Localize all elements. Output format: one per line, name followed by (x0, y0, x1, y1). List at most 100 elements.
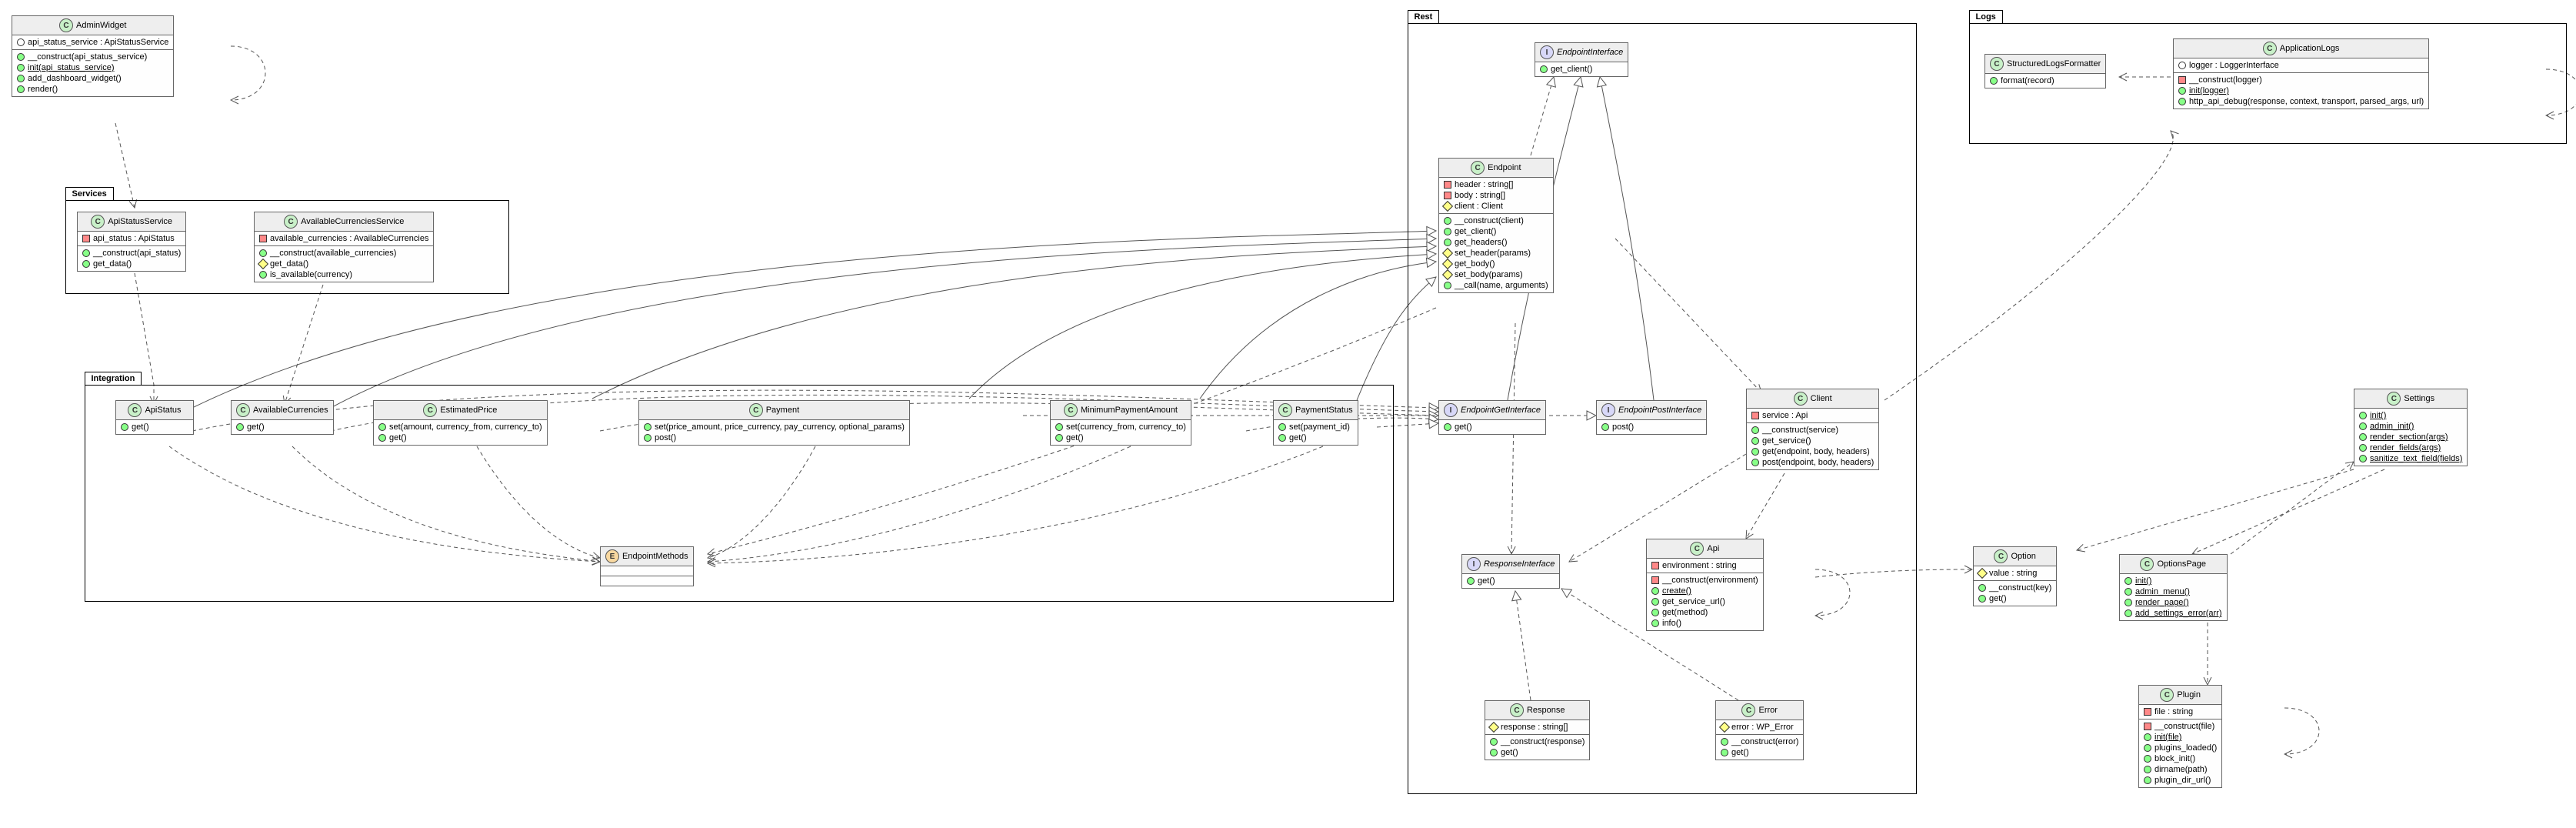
class-title: IEndpointInterface (1535, 43, 1628, 62)
visibility-public-icon (378, 434, 386, 442)
class-title: CResponse (1485, 701, 1589, 720)
class-icon: C (2140, 557, 2154, 571)
class-EstimatedPrice: CEstimatedPrice set(amount, currency_from… (373, 400, 548, 446)
visibility-public-icon (17, 53, 25, 61)
operation: __construct(key) (1978, 583, 2051, 593)
class-icon: C (1794, 392, 1808, 406)
visibility-private-icon (1444, 192, 1451, 199)
operations-section: set(payment_id)get() (1274, 420, 1358, 445)
attributes-section: value : string (1974, 566, 2056, 581)
operation: get(endpoint, body, headers) (1751, 446, 1874, 457)
class-icon: C (1741, 703, 1755, 717)
class-title: CPaymentStatus (1274, 401, 1358, 420)
class-name: AvailableCurrencies (253, 406, 328, 415)
operations-section: __construct(environment)create()get_serv… (1647, 573, 1763, 630)
package-label: Services (65, 187, 114, 200)
visibility-public-icon (1490, 738, 1498, 746)
visibility-private-icon (2144, 708, 2151, 716)
visibility-public-icon (2178, 87, 2186, 95)
operations-section: get() (1462, 574, 1559, 588)
operation: __construct(error) (1721, 736, 1798, 747)
operations-section: __construct(api_status)get_data() (78, 246, 185, 271)
operation: set(amount, currency_from, currency_to) (378, 422, 542, 432)
visibility-private-icon (1751, 412, 1759, 419)
class-Settings: CSettingsinit()admin_init()render_sectio… (2354, 389, 2468, 466)
visibility-public-icon (644, 434, 651, 442)
attribute: error : WP_Error (1721, 722, 1798, 733)
operations-section: __construct(error)get() (1716, 735, 1803, 760)
visibility-public-icon (1490, 749, 1498, 756)
class-OptionsPage: COptionsPageinit()admin_menu()render_pag… (2119, 554, 2228, 621)
visibility-public-icon (1751, 426, 1759, 434)
class-name: ApiStatus (145, 406, 181, 415)
class-name: StructuredLogsFormatter (2007, 59, 2101, 68)
visibility-public-icon (2359, 444, 2367, 452)
operations-section: __construct(service)get_service()get(end… (1747, 423, 1878, 469)
visibility-private-icon (2144, 723, 2151, 730)
operation: set(payment_id) (1278, 422, 1353, 432)
class-AvailableCurrenciesService: CAvailableCurrenciesServiceavailable_cur… (254, 212, 434, 282)
attributes-section: response : string[] (1485, 720, 1589, 735)
visibility-package-icon (2178, 62, 2186, 69)
visibility-public-icon (2144, 766, 2151, 773)
class-title: CApi (1647, 539, 1763, 559)
operation: is_available(currency) (259, 269, 428, 280)
class-name: AvailableCurrenciesService (301, 217, 404, 226)
class-title: CAvailableCurrenciesService (255, 212, 433, 232)
visibility-private-icon (2178, 76, 2186, 84)
operation: post() (644, 432, 905, 443)
class-icon: C (749, 403, 763, 417)
operation: get() (236, 422, 328, 432)
operation: post() (1601, 422, 1701, 432)
class-name: Api (1707, 544, 1719, 553)
visibility-public-icon (1467, 577, 1475, 585)
operations-section: set(price_amount, price_currency, pay_cu… (639, 420, 909, 445)
operation: __construct(response) (1490, 736, 1585, 747)
operation: get_client() (1444, 226, 1548, 237)
visibility-public-icon (1278, 434, 1286, 442)
enum-icon: E (605, 549, 619, 563)
class-icon: C (2263, 42, 2277, 55)
class-title: CApiStatus (116, 401, 193, 420)
class-name: EndpointGetInterface (1461, 406, 1541, 415)
class-Endpoint: CEndpointheader : string[]body : string[… (1438, 158, 1554, 293)
visibility-public-icon (82, 249, 90, 257)
visibility-public-icon (2359, 412, 2367, 419)
operation: render_page() (2124, 597, 2222, 608)
visibility-public-icon (1278, 423, 1286, 431)
class-title: CStructuredLogsFormatter (1985, 55, 2105, 74)
visibility-protected-icon (1442, 201, 1453, 212)
class-title: CAdminWidget (12, 16, 173, 35)
visibility-public-icon (644, 423, 651, 431)
visibility-public-icon (1055, 434, 1063, 442)
class-title: CEstimatedPrice (374, 401, 547, 420)
operation: set_header(params) (1444, 248, 1548, 259)
visibility-public-icon (1444, 423, 1451, 431)
operation: __construct(service) (1751, 425, 1874, 436)
class-EndpointMethods: EEndpointMethods (600, 546, 694, 586)
operation: get_client() (1540, 64, 1623, 75)
attributes-section: logger : LoggerInterface (2174, 58, 2428, 73)
visibility-public-icon (1978, 584, 1986, 592)
visibility-public-icon (2124, 577, 2132, 585)
attribute: available_currencies : AvailableCurrenci… (259, 233, 428, 244)
class-title: CClient (1747, 389, 1878, 409)
visibility-protected-icon (1442, 259, 1453, 269)
class-icon: C (1064, 403, 1078, 417)
operation: info() (1651, 618, 1758, 629)
visibility-public-icon (1721, 749, 1728, 756)
class-title: COption (1974, 547, 2056, 566)
attribute: api_status_service : ApiStatusService (17, 37, 168, 48)
class-name: Option (2011, 552, 2035, 561)
class-ApiStatus: CApiStatusget() (115, 400, 194, 435)
class-title: IEndpointGetInterface (1439, 401, 1545, 420)
operation: get_data() (259, 259, 428, 269)
class-Payment: CPaymentset(price_amount, price_currency… (638, 400, 910, 446)
operation: create() (1651, 586, 1758, 596)
visibility-public-icon (1055, 423, 1063, 431)
operation: add_dashboard_widget() (17, 73, 168, 84)
class-ResponseInterface: IResponseInterfaceget() (1461, 554, 1560, 589)
attributes-section: available_currencies : AvailableCurrenci… (255, 232, 433, 246)
visibility-public-icon (259, 249, 267, 257)
interface-icon: I (1444, 403, 1458, 417)
